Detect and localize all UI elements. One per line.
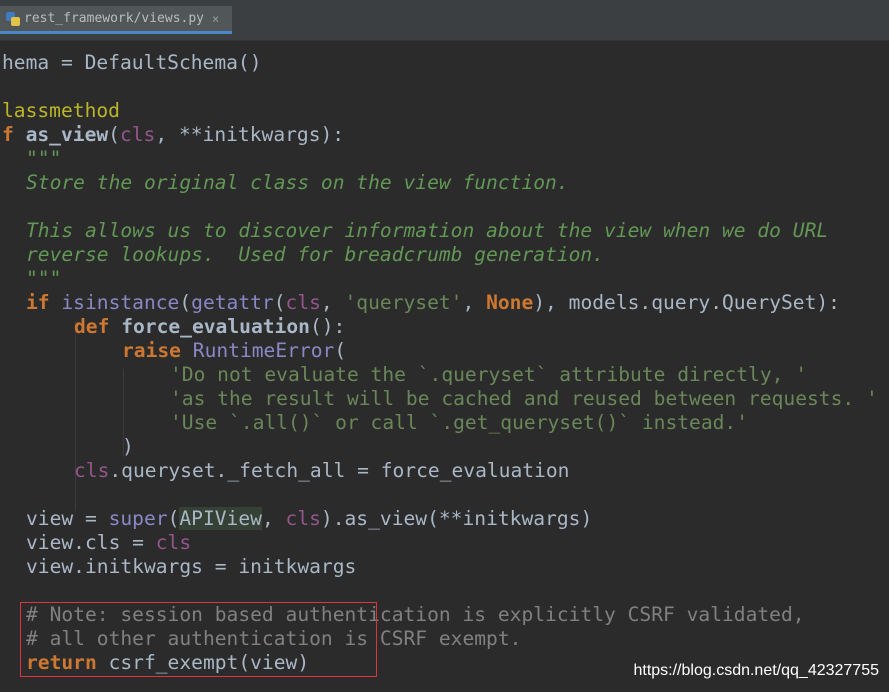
code-line-8: This allows us to discover information a… (26, 219, 829, 242)
python-file-icon (6, 11, 20, 26)
code-line-26: return csrf_exempt(view) (26, 651, 310, 674)
code-line-5: """ (26, 147, 62, 170)
tab-label: rest_framework/views.py (24, 11, 205, 26)
code-line-3: lassmethod (2, 99, 120, 122)
code-line-13: raise RuntimeError( (122, 339, 347, 362)
code-line-14: 'Do not evaluate the `.queryset` attribu… (170, 363, 808, 386)
code-line-18: cls.queryset._fetch_all = force_evaluati… (74, 459, 570, 482)
editor-tab-bar: rest_framework/views.py × (0, 0, 889, 41)
close-icon[interactable]: × (212, 12, 219, 26)
code-line-22: view.initkwargs = initkwargs (26, 555, 357, 578)
code-line-25: # all other authentication is CSRF exemp… (26, 627, 522, 650)
code-line-24: # Note: session based authentication is … (26, 603, 805, 626)
code-line-9: reverse lookups. Used for breadcrumb gen… (26, 243, 605, 266)
code-line-21: view.cls = cls (26, 531, 192, 554)
tab-views-py[interactable]: rest_framework/views.py × (0, 6, 232, 34)
code-line-15: 'as the result will be cached and reused… (170, 387, 878, 410)
code-line-6: Store the original class on the view fun… (26, 171, 569, 194)
code-line-17: ) (122, 435, 134, 458)
code-line-16: 'Use `.all()` or call `.get_queryset()` … (170, 411, 749, 434)
code-editor[interactable]: hema = DefaultSchema() lassmethod f as_v… (0, 51, 889, 692)
code-line-10: """ (26, 267, 62, 290)
watermark: https://blog.csdn.net/qq_42327755 (633, 662, 879, 679)
code-line-11: if isinstance(getattr(cls, 'queryset', N… (26, 291, 840, 314)
code-line-20: view = super(APIView, cls).as_view(**ini… (26, 507, 593, 530)
code-line-12: def force_evaluation(): (74, 315, 346, 338)
code-line-4: f as_view(cls, **initkwargs): (2, 123, 345, 146)
code-line-1: hema = DefaultSchema() (2, 51, 262, 74)
